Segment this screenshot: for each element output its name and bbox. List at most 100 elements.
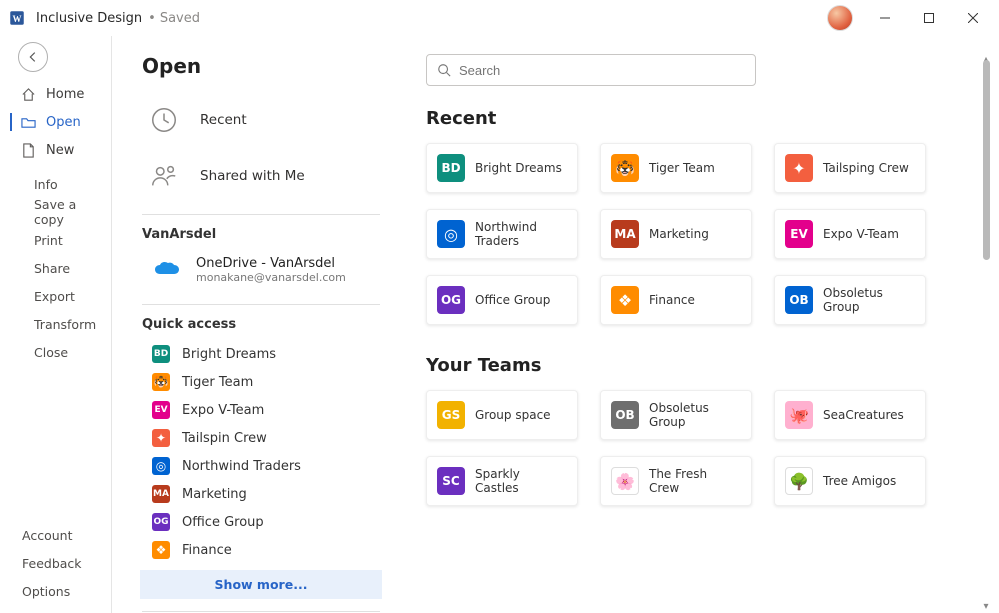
team-card[interactable]: OB Obsoletus Group bbox=[774, 275, 926, 325]
team-card[interactable]: 🌸The Fresh Crew bbox=[600, 456, 752, 506]
team-label: Tiger Team bbox=[649, 161, 715, 175]
team-icon: EV bbox=[152, 401, 170, 419]
nav-item-close[interactable]: Close bbox=[0, 338, 111, 366]
team-icon: MA bbox=[152, 485, 170, 503]
quick-access-label: Finance bbox=[182, 543, 232, 558]
svg-text:W: W bbox=[13, 14, 22, 24]
team-label: Bright Dreams bbox=[475, 161, 562, 175]
nav-item-open[interactable]: Open bbox=[0, 108, 111, 136]
team-card[interactable]: GS Group space bbox=[426, 390, 578, 440]
nav-label: Print bbox=[34, 233, 63, 248]
show-more-button[interactable]: Show more... bbox=[140, 570, 382, 599]
team-icon: OG bbox=[152, 513, 170, 531]
team-icon: 🐙 bbox=[785, 401, 813, 429]
source-shared-with-me[interactable]: Shared with Me bbox=[142, 152, 380, 208]
nav-label: New bbox=[46, 143, 74, 158]
home-icon bbox=[20, 87, 36, 102]
quick-access-item[interactable]: OGOffice Group bbox=[142, 508, 380, 536]
search-input[interactable] bbox=[459, 63, 745, 78]
quick-access-item[interactable]: MAMarketing bbox=[142, 480, 380, 508]
team-label: Tailsping Crew bbox=[823, 161, 909, 175]
search-box[interactable] bbox=[426, 54, 756, 86]
team-label: Obsoletus Group bbox=[823, 286, 915, 315]
minimize-button[interactable] bbox=[863, 2, 907, 34]
quick-access-item[interactable]: BDBright Dreams bbox=[142, 340, 380, 368]
nav-item-transform[interactable]: Transform bbox=[0, 310, 111, 338]
quick-access-item[interactable]: ✦Tailspin Crew bbox=[142, 424, 380, 452]
team-card[interactable]: ✦Tailsping Crew bbox=[774, 143, 926, 193]
nav-item-home[interactable]: Home bbox=[0, 80, 111, 108]
team-label: Expo V-Team bbox=[823, 227, 899, 241]
scrollbar[interactable]: ▴ ▾ bbox=[977, 54, 991, 613]
nav-label: Share bbox=[34, 261, 70, 276]
user-avatar[interactable] bbox=[827, 5, 853, 31]
source-recent[interactable]: Recent bbox=[142, 96, 380, 152]
window-controls bbox=[863, 2, 995, 34]
team-card[interactable]: EVExpo V-Team bbox=[774, 209, 926, 259]
team-icon: OB bbox=[785, 286, 813, 314]
quick-access-label: Tiger Team bbox=[182, 375, 253, 390]
scroll-thumb[interactable] bbox=[983, 60, 990, 260]
new-icon bbox=[20, 143, 36, 158]
scroll-down-icon[interactable]: ▾ bbox=[981, 601, 991, 611]
team-icon: GS bbox=[437, 401, 465, 429]
nav-label: Feedback bbox=[22, 556, 82, 571]
team-card[interactable]: 🌳Tree Amigos bbox=[774, 456, 926, 506]
team-icon: 🐯 bbox=[152, 373, 170, 391]
team-label: Group space bbox=[475, 408, 551, 422]
team-label: The Fresh Crew bbox=[649, 467, 741, 496]
team-label: Tree Amigos bbox=[823, 474, 896, 488]
team-label: Northwind Traders bbox=[475, 220, 567, 249]
quick-access-item[interactable]: EVExpo V-Team bbox=[142, 396, 380, 424]
nav-item-save-a-copy[interactable]: Save a copy bbox=[0, 198, 111, 226]
team-card[interactable]: 🐙 SeaCreatures bbox=[774, 390, 926, 440]
close-button[interactable] bbox=[951, 2, 995, 34]
team-card[interactable]: SC Sparkly Castles bbox=[426, 456, 578, 506]
nav-item-account[interactable]: Account bbox=[0, 521, 111, 549]
team-card[interactable]: OGOffice Group bbox=[426, 275, 578, 325]
nav-label: Info bbox=[34, 177, 58, 192]
nav-label: Options bbox=[22, 584, 70, 599]
team-card[interactable]: MAMarketing bbox=[600, 209, 752, 259]
word-app-icon: W bbox=[8, 9, 26, 27]
quick-access-item[interactable]: ◎Northwind Traders bbox=[142, 452, 380, 480]
nav-label: Save a copy bbox=[34, 197, 103, 227]
quick-access-item[interactable]: 🐯 Tiger Team bbox=[142, 368, 380, 396]
team-icon: 🐯 bbox=[611, 154, 639, 182]
team-icon: ◎ bbox=[437, 220, 465, 248]
team-card[interactable]: 🐯 Tiger Team bbox=[600, 143, 752, 193]
quick-access-label: Bright Dreams bbox=[182, 347, 276, 362]
shared-icon bbox=[148, 160, 180, 192]
team-icon: ❖ bbox=[152, 541, 170, 559]
save-state-label: Saved bbox=[160, 11, 200, 26]
nav-item-options[interactable]: Options bbox=[0, 577, 111, 605]
nav-item-export[interactable]: Export bbox=[0, 282, 111, 310]
nav-label: Account bbox=[22, 528, 72, 543]
quick-access-item[interactable]: ❖ Finance bbox=[142, 536, 380, 564]
quick-access-label: Northwind Traders bbox=[182, 459, 301, 474]
back-button[interactable] bbox=[18, 42, 48, 72]
team-card[interactable]: ◎ Northwind Traders bbox=[426, 209, 578, 259]
nav-item-new[interactable]: New bbox=[0, 136, 111, 164]
section-heading: Recent bbox=[426, 108, 977, 129]
nav-item-share[interactable]: Share bbox=[0, 254, 111, 282]
panel-title: Open bbox=[142, 54, 380, 78]
team-icon: ❖ bbox=[611, 286, 639, 314]
team-icon: SC bbox=[437, 467, 465, 495]
team-label: SeaCreatures bbox=[823, 408, 904, 422]
document-title: Inclusive Design bbox=[36, 11, 142, 26]
nav-item-print[interactable]: Print bbox=[0, 226, 111, 254]
folder-icon bbox=[20, 115, 36, 130]
main-content: Recent BDBright Dreams 🐯 Tiger Team ✦Tailspi… bbox=[402, 36, 999, 613]
maximize-button[interactable] bbox=[907, 2, 951, 34]
nav-item-info[interactable]: Info bbox=[0, 170, 111, 198]
onedrive-account[interactable]: OneDrive - VanArsdel monakane@vanarsdel.… bbox=[142, 250, 380, 298]
section-heading: Your Teams bbox=[426, 355, 977, 376]
team-card[interactable]: OBObsoletus Group bbox=[600, 390, 752, 440]
team-label: Sparkly Castles bbox=[475, 467, 567, 496]
nav-item-feedback[interactable]: Feedback bbox=[0, 549, 111, 577]
team-card[interactable]: BDBright Dreams bbox=[426, 143, 578, 193]
team-card[interactable]: ❖Finance bbox=[600, 275, 752, 325]
account-email: monakane@vanarsdel.com bbox=[196, 271, 346, 284]
source-label: Shared with Me bbox=[200, 168, 305, 184]
